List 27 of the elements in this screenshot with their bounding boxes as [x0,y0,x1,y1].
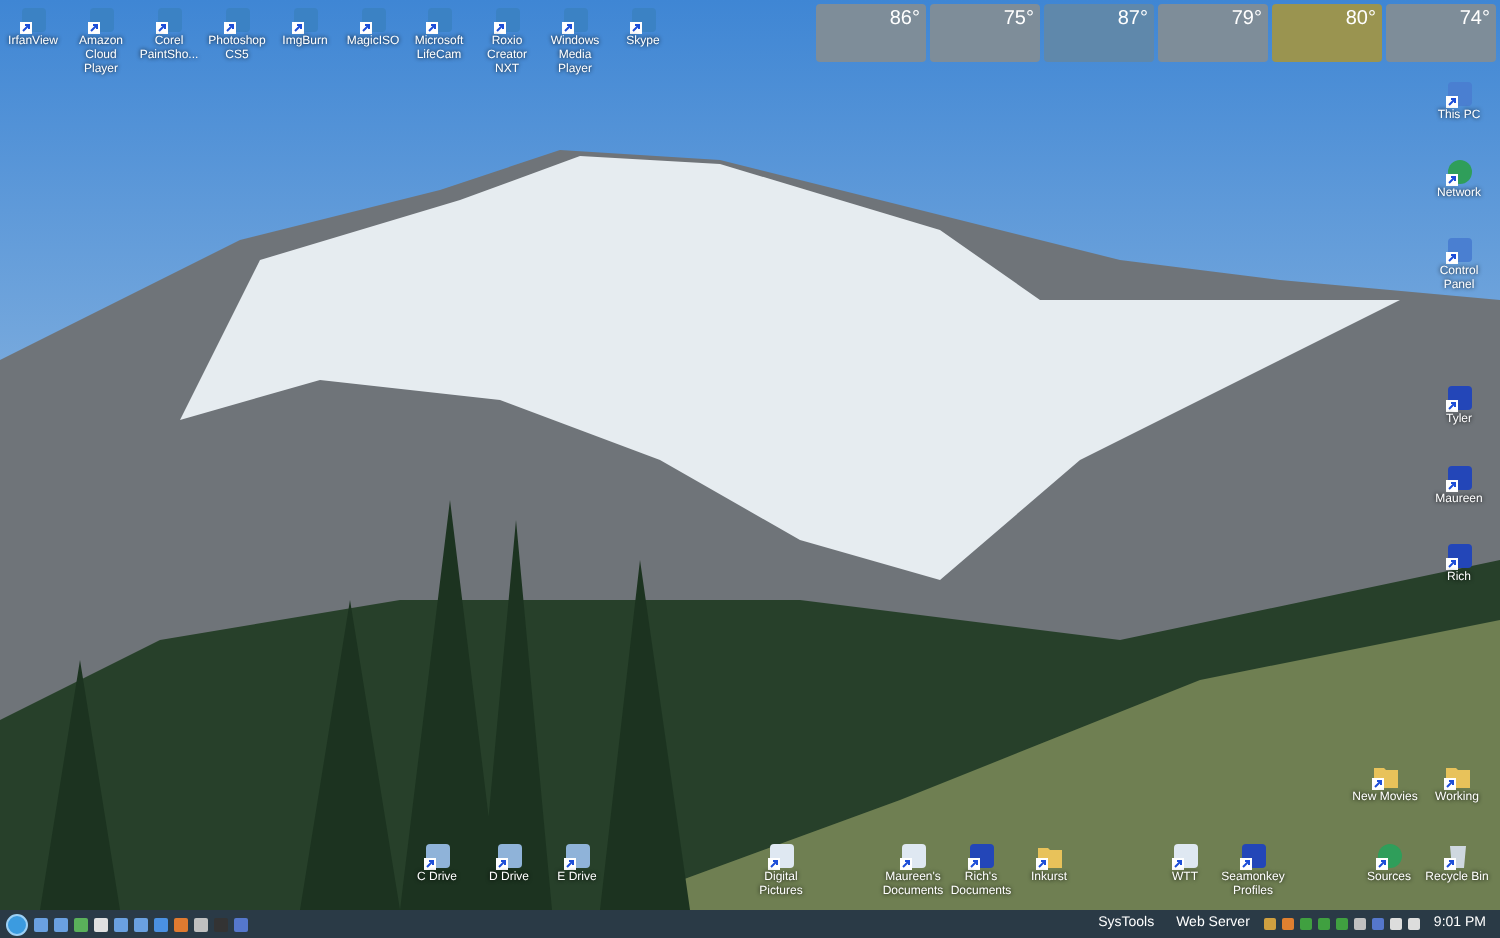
temperature: 79° [1231,6,1262,34]
weather-gadget[interactable]: 80° [1272,4,1382,62]
app-icon [561,6,589,34]
temperature: 80° [1345,6,1376,34]
folder-icon [1035,842,1063,870]
app-icon [359,6,387,34]
app-icon [629,6,657,34]
start-button[interactable] [6,913,28,935]
temperature: 86° [889,6,920,34]
weather-gadget[interactable]: 74° [1386,4,1496,62]
weather-gadget[interactable]: 87° [1044,4,1154,62]
weather-gadget[interactable]: 86° [816,4,926,62]
trash-icon [1443,842,1471,870]
app-icon [425,6,453,34]
temperature: 87° [1117,6,1148,34]
folder-icon [1371,762,1399,790]
weather-gadget[interactable]: 79° [1158,4,1268,62]
temperature: 75° [1003,6,1034,34]
temperature: 74° [1459,6,1490,34]
app-icon [19,6,47,34]
app-icon [291,6,319,34]
app-icon [87,6,115,34]
weather-gadget[interactable]: 75° [930,4,1040,62]
app-icon [155,6,183,34]
app-icon [493,6,521,34]
folder-icon [1443,762,1471,790]
app-icon [223,6,251,34]
